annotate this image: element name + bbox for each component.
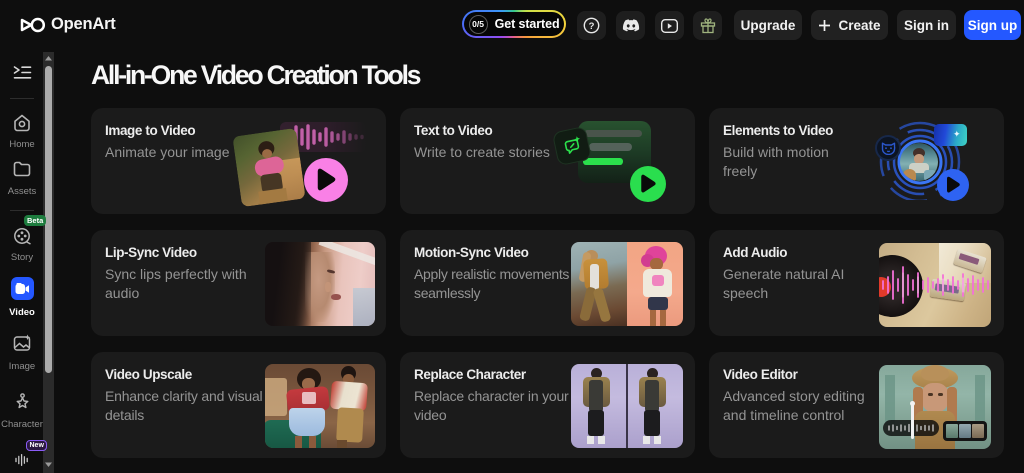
- svg-text:?: ?: [589, 21, 595, 32]
